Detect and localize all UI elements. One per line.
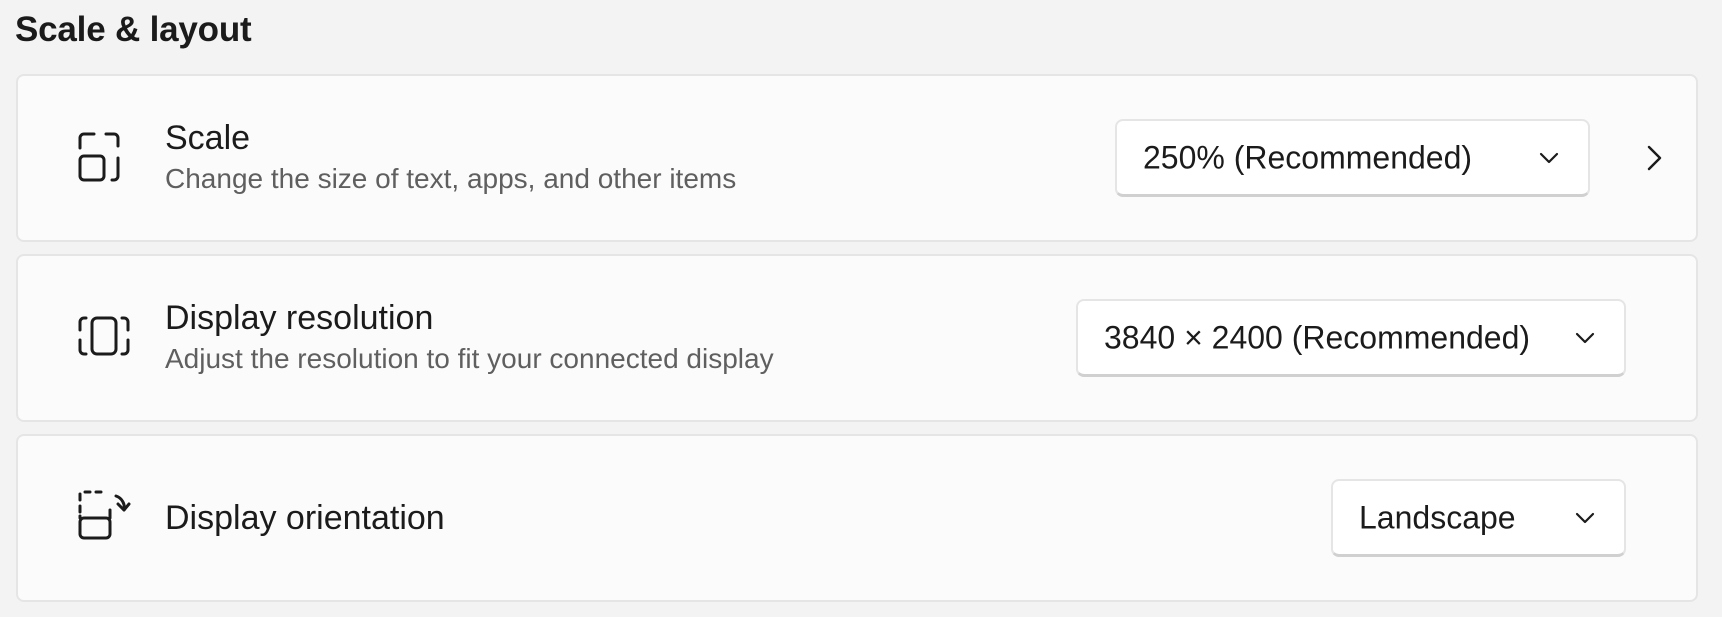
chevron-down-icon [1572, 505, 1598, 531]
setting-card-display-orientation: Display orientation Landscape [16, 434, 1698, 602]
display-resolution-text: Display resolution Adjust the resolution… [165, 297, 774, 379]
chevron-down-icon [1536, 145, 1562, 171]
display-resolution-dropdown-value: 3840 × 2400 (Recommended) [1104, 319, 1531, 355]
display-resolution-title: Display resolution [165, 299, 434, 337]
display-resolution-description: Adjust the resolution to fit your connec… [165, 343, 774, 374]
display-orientation-dropdown[interactable]: Landscape [1331, 479, 1626, 557]
display-orientation-dropdown-value: Landscape [1359, 499, 1516, 535]
display-orientation-icon [74, 486, 138, 550]
setting-card-display-resolution: Display resolution Adjust the resolution… [16, 254, 1698, 422]
display-orientation-text: Display orientation [165, 497, 445, 539]
scale-title: Scale [165, 119, 251, 157]
chevron-down-icon [1572, 325, 1598, 351]
scale-icon [74, 126, 138, 190]
scale-text: Scale Change the size of text, apps, and… [165, 117, 736, 199]
display-orientation-title: Display orientation [165, 499, 445, 537]
section-title: Scale & layout [15, 10, 252, 49]
scale-dropdown[interactable]: 250% (Recommended) [1115, 119, 1590, 197]
display-resolution-icon [74, 306, 138, 370]
chevron-right-icon[interactable] [1639, 143, 1669, 173]
display-resolution-dropdown[interactable]: 3840 × 2400 (Recommended) [1076, 299, 1626, 377]
scale-dropdown-value: 250% (Recommended) [1143, 139, 1473, 175]
scale-description: Change the size of text, apps, and other… [165, 163, 737, 194]
setting-card-scale: Scale Change the size of text, apps, and… [16, 74, 1698, 242]
